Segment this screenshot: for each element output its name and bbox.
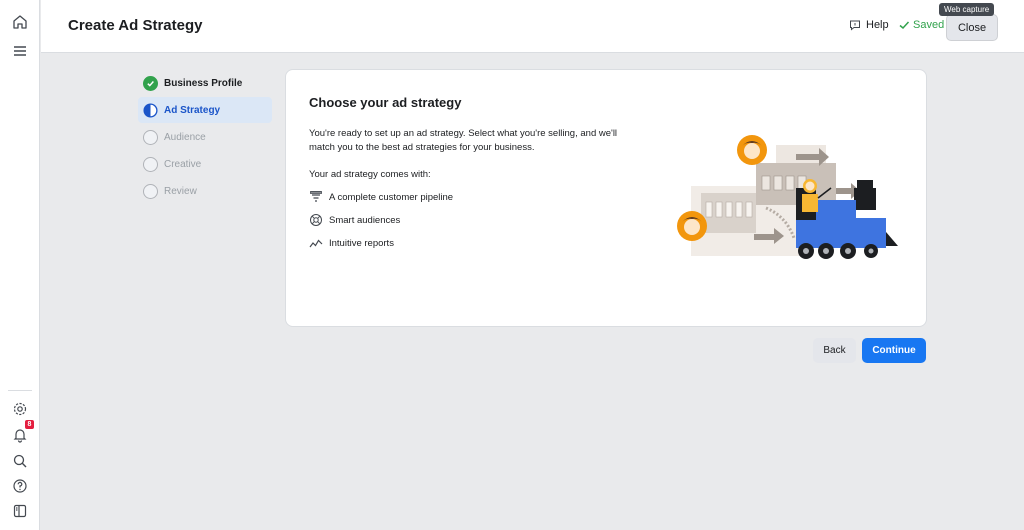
step-ad-strategy[interactable]: Ad Strategy <box>138 97 272 123</box>
header: Create Ad Strategy Help Saved Close Web … <box>41 0 1024 53</box>
step-label: Creative <box>164 158 202 170</box>
feature-smart-audiences: Smart audiences <box>309 213 400 227</box>
funnel-icon <box>310 191 322 202</box>
step-label: Audience <box>164 131 206 143</box>
feature-intuitive-reports: Intuitive reports <box>309 236 394 250</box>
feature-label: A complete customer pipeline <box>329 191 454 203</box>
card-title: Choose your ad strategy <box>309 95 462 110</box>
help-button[interactable]: Help <box>849 19 889 31</box>
step-pending-icon <box>143 156 158 172</box>
left-rail: 8 <box>0 0 40 530</box>
help-label: Help <box>866 19 889 31</box>
rail-divider <box>8 390 32 391</box>
panel-toggle-icon[interactable] <box>10 501 30 521</box>
home-icon[interactable] <box>10 12 30 32</box>
search-icon[interactable] <box>10 451 30 471</box>
step-label: Business Profile <box>164 77 243 89</box>
help-icon[interactable] <box>10 476 30 496</box>
card-subtitle: Your ad strategy comes with: <box>309 169 431 180</box>
feature-label: Smart audiences <box>329 214 401 226</box>
step-done-icon <box>143 75 158 91</box>
step-business-profile[interactable]: Business Profile <box>138 70 272 96</box>
saved-label: Saved <box>913 19 945 31</box>
step-pending-icon <box>143 183 158 199</box>
strategy-card: Choose your ad strategy You're ready to … <box>285 69 927 327</box>
step-audience[interactable]: Audience <box>138 124 272 150</box>
audience-icon <box>310 214 322 226</box>
step-label: Review <box>164 185 197 197</box>
card-description: You're ready to set up an ad strategy. S… <box>309 128 618 153</box>
step-pending-icon <box>143 129 158 145</box>
continue-button[interactable]: Continue <box>862 338 926 363</box>
back-button[interactable]: Back <box>813 338 856 363</box>
checkmark-icon <box>899 21 910 30</box>
steps-nav: Business Profile Ad Strategy Audience Cr… <box>138 70 272 205</box>
report-icon <box>309 239 323 248</box>
feature-label: Intuitive reports <box>329 237 394 249</box>
settings-icon[interactable] <box>10 399 30 419</box>
notification-badge: 8 <box>25 420 34 429</box>
step-in-progress-icon <box>143 102 158 118</box>
menu-icon[interactable] <box>10 41 30 61</box>
saved-status: Saved <box>898 19 944 31</box>
step-review[interactable]: Review <box>138 178 272 204</box>
notifications-icon[interactable]: 8 <box>10 420 34 445</box>
help-book-icon <box>850 20 860 31</box>
train-illustration <box>677 135 898 259</box>
feature-pipeline: A complete customer pipeline <box>309 190 453 204</box>
step-label: Ad Strategy <box>164 104 221 116</box>
web-capture-tooltip: Web capture <box>939 3 995 16</box>
page-title: Create Ad Strategy <box>68 17 203 34</box>
step-creative[interactable]: Creative <box>138 151 272 177</box>
close-button[interactable]: Close <box>946 14 998 41</box>
